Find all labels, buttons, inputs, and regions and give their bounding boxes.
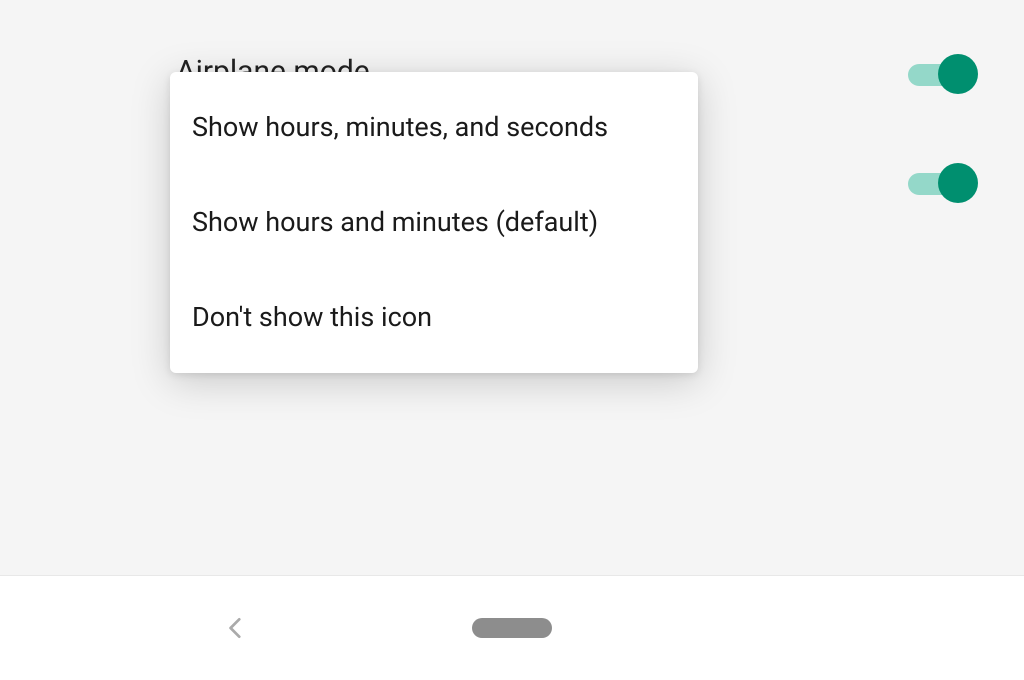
second-toggle[interactable]	[908, 163, 976, 203]
option-dont-show-icon[interactable]: Don't show this icon	[170, 272, 698, 363]
chevron-left-icon	[223, 615, 249, 641]
home-pill[interactable]	[472, 618, 552, 638]
toggle-thumb	[938, 54, 978, 94]
back-button[interactable]	[218, 610, 254, 646]
time-options-menu: Show hours, minutes, and seconds Show ho…	[170, 72, 698, 373]
toggle-thumb	[938, 163, 978, 203]
option-hours-minutes-default[interactable]: Show hours and minutes (default)	[170, 177, 698, 268]
option-hours-minutes-seconds[interactable]: Show hours, minutes, and seconds	[170, 82, 698, 173]
airplane-mode-toggle[interactable]	[908, 54, 976, 94]
airplane-mode-switch-wrap	[908, 0, 976, 94]
navigation-bar	[0, 575, 1024, 680]
